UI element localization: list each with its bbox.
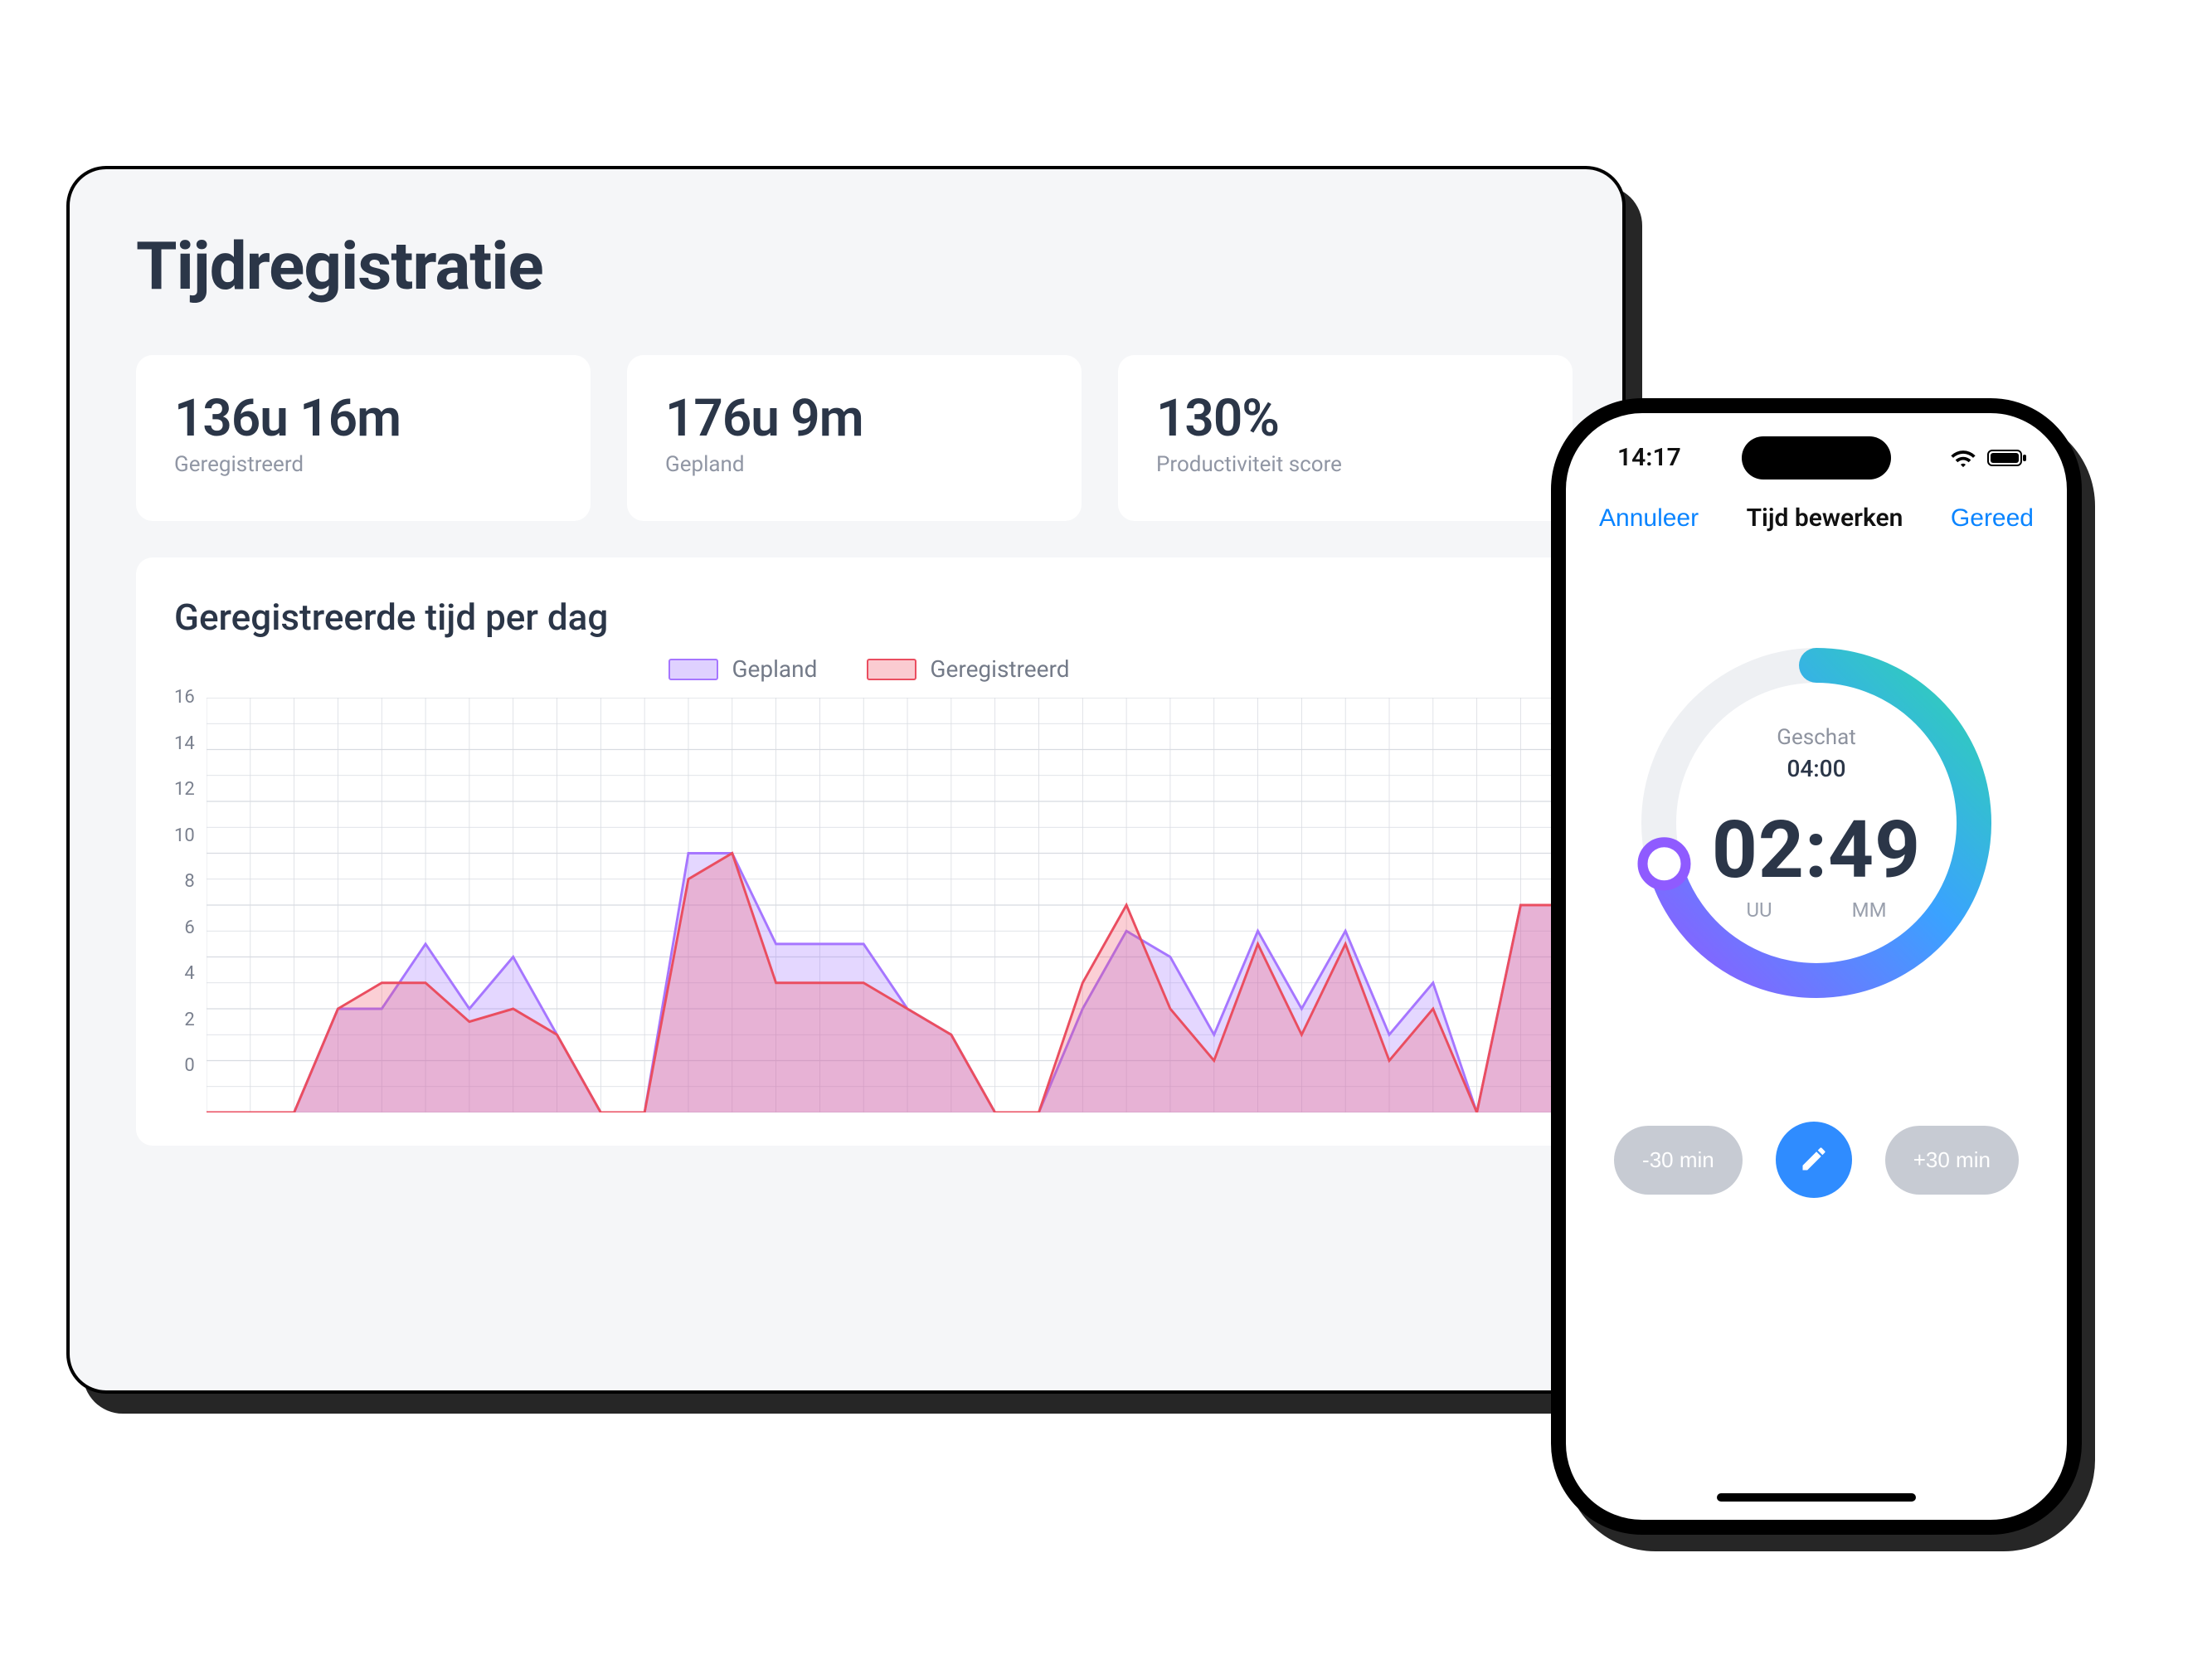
stat-planned-card: 176u 9m Gepland: [627, 355, 1082, 521]
minus-30-button[interactable]: -30 min: [1614, 1126, 1743, 1195]
chart-legend: Gepland Geregistreerd: [174, 655, 1564, 683]
dynamic-island: [1742, 436, 1891, 480]
page-title: Tijdregistratie: [136, 227, 1573, 305]
edit-button[interactable]: [1776, 1122, 1852, 1198]
stat-row: 136u 16m Geregistreerd 176u 9m Gepland 1…: [136, 355, 1573, 521]
stat-registered-label: Geregistreerd: [174, 452, 552, 477]
timer-dial[interactable]: Geschat 04:00 02:49 UU MM: [1626, 632, 2007, 1014]
chart-title: Geregistreerde tijd per dag: [174, 596, 1564, 639]
legend-swatch-planned-icon: [668, 659, 718, 680]
stat-planned-label: Gepland: [665, 452, 1043, 477]
cancel-button[interactable]: Annuleer: [1599, 504, 1699, 533]
legend-item-registered: Geregistreerd: [867, 655, 1069, 683]
chart-y-axis: 0246810121416: [174, 698, 207, 1112]
legend-item-planned: Gepland: [668, 655, 817, 683]
nav-title: Tijd bewerken: [1747, 504, 1903, 533]
estimated-value: 04:00: [1787, 755, 1845, 782]
stat-planned-value: 176u 9m: [665, 388, 1043, 449]
stat-score-card: 130% Productiviteit score: [1118, 355, 1573, 521]
status-time: 14:17: [1617, 443, 1681, 472]
legend-label-registered: Geregistreerd: [930, 655, 1069, 683]
time-per-day-chart: [207, 698, 1564, 1112]
hours-unit-label: UU: [1746, 898, 1772, 922]
battery-icon: [1987, 448, 2029, 468]
legend-label-planned: Gepland: [732, 655, 817, 683]
estimated-label: Geschat: [1777, 725, 1856, 750]
home-indicator: [1717, 1493, 1916, 1502]
pencil-icon: [1799, 1144, 1829, 1176]
stat-registered-value: 136u 16m: [174, 388, 552, 449]
phone-mockup: 14:17 Annuleer Tijd bewerken Gereed: [1551, 398, 2082, 1535]
minutes-unit-label: MM: [1852, 898, 1887, 922]
done-button[interactable]: Gereed: [1951, 504, 2034, 533]
dashboard-card: Tijdregistratie 136u 16m Geregistreerd 1…: [66, 166, 1626, 1394]
legend-swatch-registered-icon: [867, 659, 916, 680]
nav-bar: Annuleer Tijd bewerken Gereed: [1566, 472, 2067, 541]
stat-registered-card: 136u 16m Geregistreerd: [136, 355, 591, 521]
stat-score-value: 130%: [1156, 388, 1534, 449]
chart-card: Geregistreerde tijd per dag Gepland Gere…: [136, 557, 1573, 1146]
timer-button-row: -30 min +30 min: [1566, 1122, 2067, 1198]
wifi-icon: [1949, 448, 1977, 468]
stat-score-label: Productiviteit score: [1156, 452, 1534, 477]
plus-30-button[interactable]: +30 min: [1885, 1126, 2019, 1195]
timer-value: 02:49: [1712, 804, 1921, 897]
